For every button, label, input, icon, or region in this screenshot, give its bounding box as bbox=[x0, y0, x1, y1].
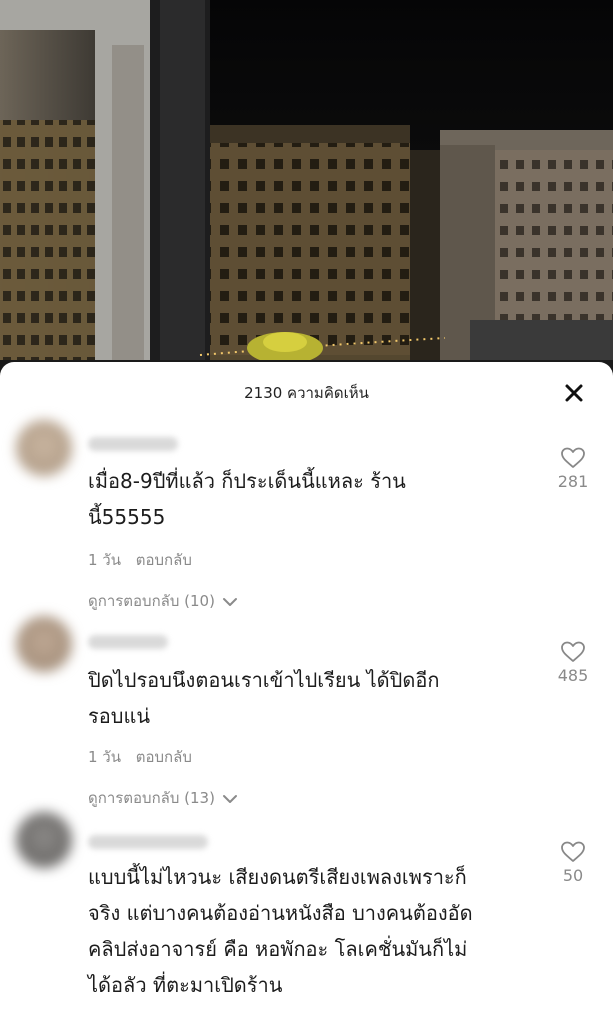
comment-time: 1 วัน bbox=[88, 748, 121, 766]
avatar[interactable] bbox=[16, 616, 72, 672]
comment-count-label: 2130 ความคิดเห็น bbox=[244, 384, 369, 402]
like-count: 485 bbox=[557, 666, 589, 685]
comments-sheet: 2130 ความคิดเห็น เมื่อ8-9ปีที่แล้ว ก็ประ… bbox=[0, 362, 613, 1024]
comment-text-line: นี้55555 bbox=[88, 505, 166, 529]
username-blurred[interactable] bbox=[88, 635, 168, 649]
view-replies-button[interactable]: ดูการตอบกลับ (13) bbox=[88, 786, 238, 810]
like-count: 50 bbox=[562, 866, 584, 885]
comment-text-line: จริง แต่บางคนต้องอ่านหนังสือ บางคนต้องอั… bbox=[88, 901, 473, 925]
comment-item: เมื่อ8-9ปีที่แล้ว ก็ประเด็นนี้แหละ ร้าน … bbox=[0, 412, 613, 612]
username-blurred[interactable] bbox=[88, 835, 208, 849]
avatar[interactable] bbox=[16, 420, 72, 476]
like-button[interactable]: 485 bbox=[553, 640, 593, 685]
username-blurred[interactable] bbox=[88, 437, 178, 451]
close-icon bbox=[565, 384, 583, 402]
avatar[interactable] bbox=[16, 812, 72, 868]
comment-text-line: ปิดไปรอบนึงตอนเราเข้าไปเรียน ได้ปิดอีก bbox=[88, 668, 440, 692]
heart-outline-icon bbox=[561, 641, 585, 662]
comment-text-line: เมื่อ8-9ปีที่แล้ว ก็ประเด็นนี้แหละ ร้าน bbox=[88, 469, 406, 493]
reply-button[interactable]: ตอบกลับ bbox=[136, 748, 192, 766]
video-background bbox=[0, 0, 613, 380]
like-button[interactable]: 50 bbox=[553, 840, 593, 885]
comment-item: แบบนี้ไม่ไหวนะ เสียงดนตรีเสียงเพลงเพราะก… bbox=[0, 808, 613, 1024]
comment-text: แบบนี้ไม่ไหวนะ เสียงดนตรีเสียงเพลงเพราะก… bbox=[88, 859, 548, 1003]
view-replies-label: ดูการตอบกลับ (13) bbox=[88, 789, 215, 807]
comment-text-line: แบบนี้ไม่ไหวนะ เสียงดนตรีเสียงเพลงเพราะก… bbox=[88, 865, 467, 889]
comment-text: เมื่อ8-9ปีที่แล้ว ก็ประเด็นนี้แหละ ร้าน … bbox=[88, 463, 548, 535]
reply-button[interactable]: ตอบกลับ bbox=[136, 551, 192, 569]
comment-time: 1 วัน bbox=[88, 551, 121, 569]
comment-meta: 1 วัน ตอบกลับ bbox=[88, 745, 202, 769]
view-replies-label: ดูการตอบกลับ (10) bbox=[88, 592, 215, 610]
like-button[interactable]: 281 bbox=[553, 446, 593, 491]
comment-meta: 1 วัน ตอบกลับ bbox=[88, 548, 202, 572]
comment-text: ปิดไปรอบนึงตอนเราเข้าไปเรียน ได้ปิดอีก ร… bbox=[88, 662, 548, 734]
heart-outline-icon bbox=[561, 841, 585, 862]
close-button[interactable] bbox=[563, 382, 585, 404]
chevron-down-icon bbox=[222, 794, 237, 803]
comment-item: ปิดไปรอบนึงตอนเราเข้าไปเรียน ได้ปิดอีก ร… bbox=[0, 610, 613, 810]
heart-outline-icon bbox=[561, 447, 585, 468]
chevron-down-icon bbox=[222, 597, 237, 606]
night-buildings-image bbox=[0, 0, 613, 380]
comment-text-line: ได้อลัว ที่ตะมาเปิดร้าน bbox=[88, 973, 283, 997]
comment-text-line: รอบแน่ bbox=[88, 704, 151, 728]
comment-text-line: คลิปส่งอาจารย์ คือ หอพักอะ โลเคชั่นมันก็… bbox=[88, 937, 468, 961]
like-count: 281 bbox=[557, 472, 589, 491]
